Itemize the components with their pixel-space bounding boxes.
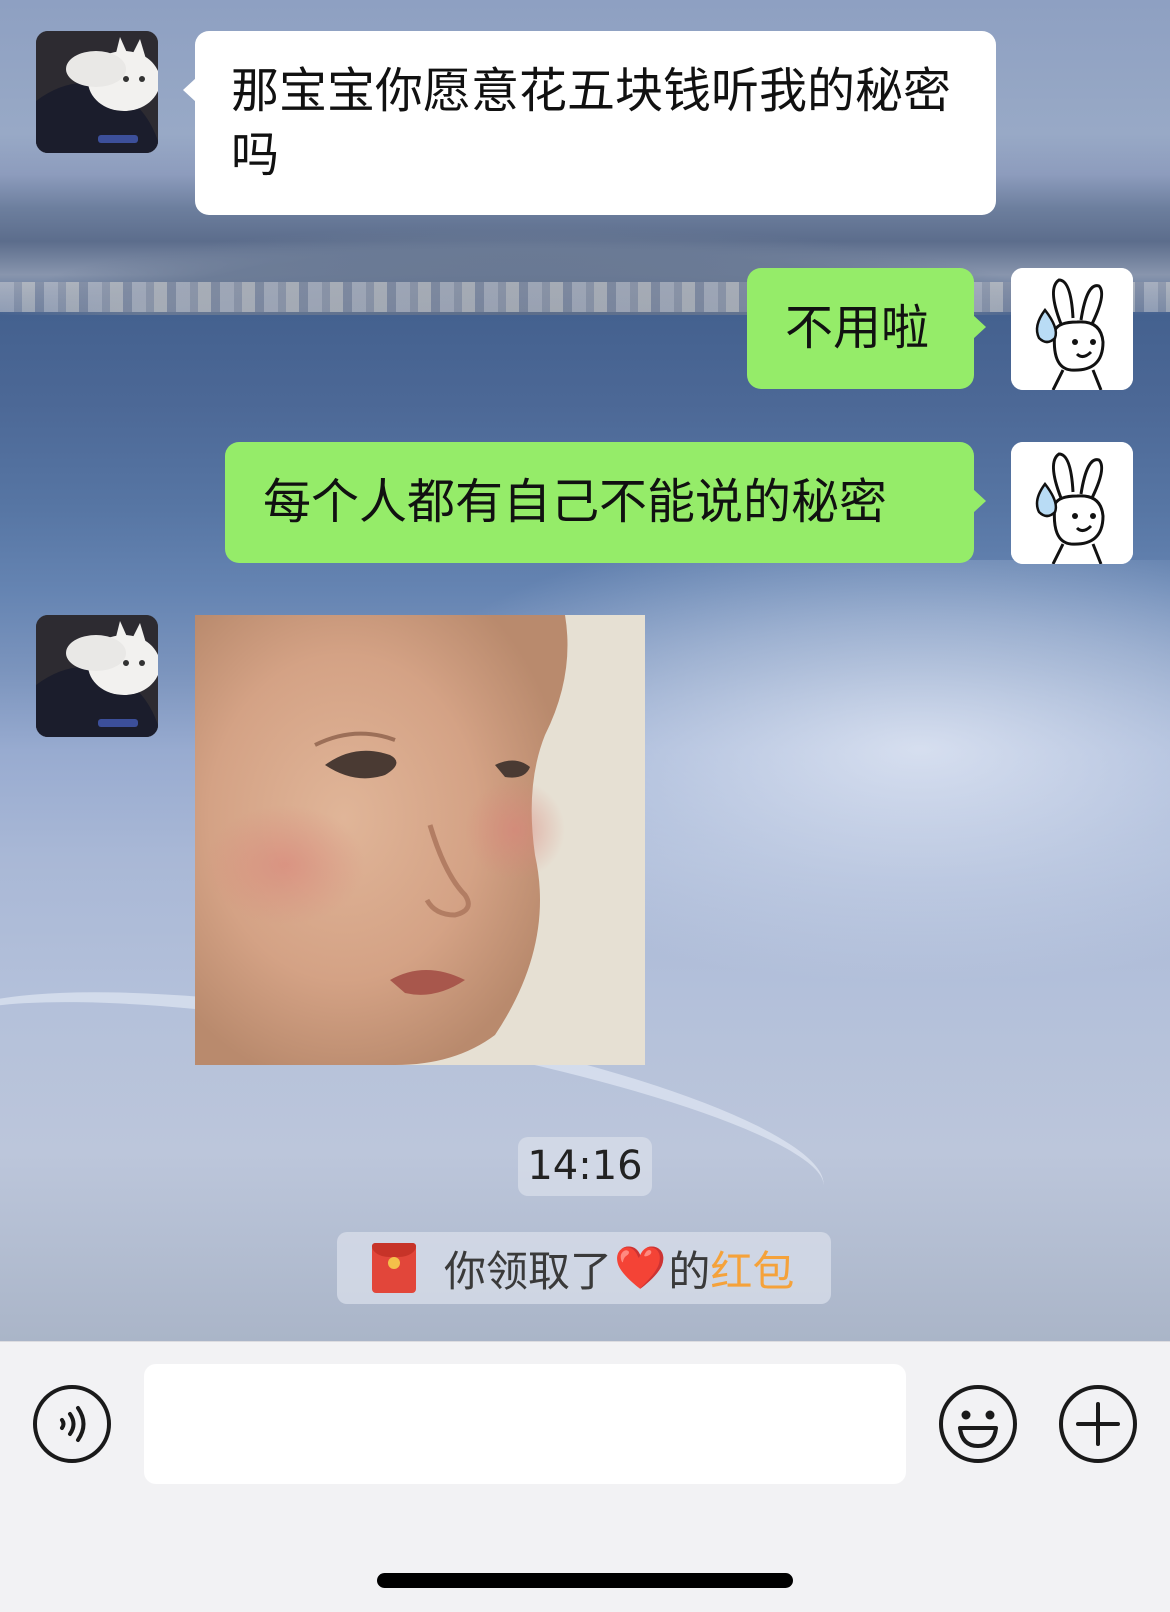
message-text: 那宝宝你愿意花五块钱听我的秘密吗 xyxy=(231,63,952,183)
background-shoreline xyxy=(0,282,1170,312)
bunny-drawing-icon xyxy=(1011,268,1133,390)
my-avatar[interactable] xyxy=(1011,268,1133,390)
message-bubble-outgoing[interactable]: 每个人都有自己不能说的秘密 xyxy=(225,442,986,563)
notice-middle: 的 xyxy=(668,1246,711,1296)
message-input[interactable] xyxy=(144,1364,906,1484)
message-bubble-incoming[interactable]: 那宝宝你愿意花五块钱听我的秘密吗 xyxy=(183,31,996,215)
bunny-drawing-icon xyxy=(1011,442,1133,564)
message-timestamp: 14:16 xyxy=(518,1137,652,1196)
chat-background: 那宝宝你愿意花五块钱听我的秘密吗 不用啦 每个人都有自己不能说的秘密 14:16… xyxy=(0,0,1170,1341)
emoji-button[interactable] xyxy=(938,1384,1018,1464)
voice-mode-icon xyxy=(33,1385,111,1463)
voice-mode-button[interactable] xyxy=(32,1384,112,1464)
notice-prefix: 你领取了 xyxy=(444,1246,613,1296)
cat-photo-icon xyxy=(36,31,158,153)
red-packet-link[interactable]: 红包 xyxy=(710,1238,794,1299)
message-text: 每个人都有自己不能说的秘密 xyxy=(263,474,888,530)
contact-avatar[interactable] xyxy=(36,31,158,153)
heart-emoji: ❤️ xyxy=(614,1243,667,1292)
red-packet-icon xyxy=(372,1243,416,1293)
more-options-button[interactable] xyxy=(1058,1384,1138,1464)
red-packet-notice: 你领取了 ❤️ 的 红包 xyxy=(337,1232,831,1304)
message-text: 不用啦 xyxy=(785,300,930,356)
emoji-icon xyxy=(939,1385,1017,1463)
home-indicator[interactable] xyxy=(377,1573,793,1588)
my-avatar[interactable] xyxy=(1011,442,1133,564)
contact-avatar[interactable] xyxy=(36,615,158,737)
message-bubble-outgoing[interactable]: 不用啦 xyxy=(747,268,986,389)
baby-face-image xyxy=(195,615,645,1065)
plus-circle-icon xyxy=(1059,1385,1137,1463)
cat-photo-icon xyxy=(36,615,158,737)
baby-face-sticker[interactable] xyxy=(195,615,645,1065)
